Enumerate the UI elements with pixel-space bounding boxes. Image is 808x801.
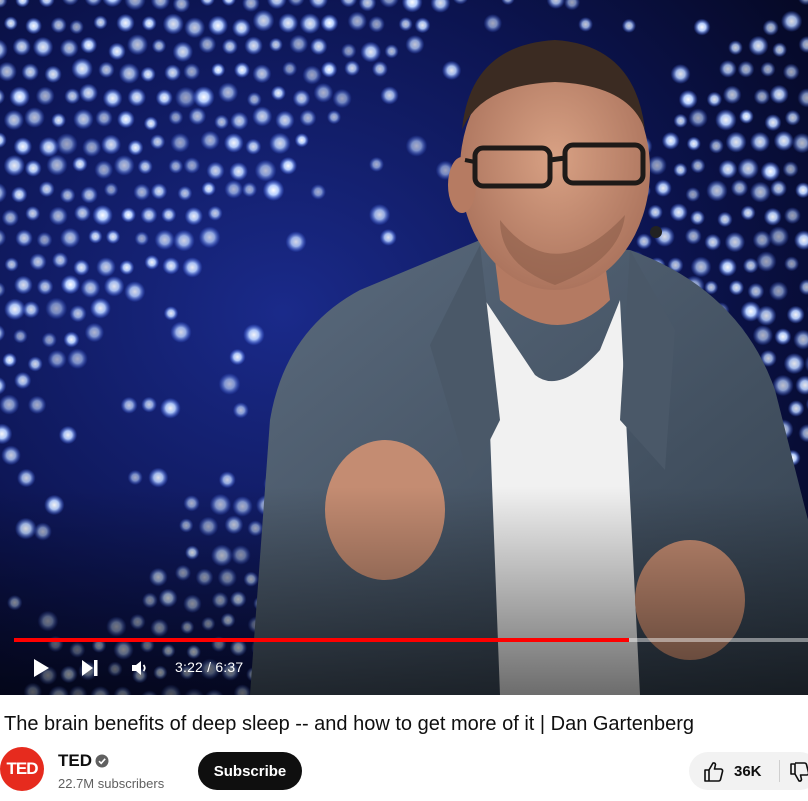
video-frame[interactable] <box>0 0 808 695</box>
player-controls: 3:22 / 6:37 <box>0 648 808 688</box>
progress-bar-played <box>14 638 630 642</box>
verified-check-icon <box>95 754 109 768</box>
time-display: 3:22 / 6:37 <box>175 659 244 675</box>
dislike-button[interactable] <box>782 752 808 790</box>
video-title: The brain benefits of deep sleep -- and … <box>4 713 695 735</box>
play-button[interactable] <box>24 652 56 684</box>
subscribe-button[interactable]: Subscribe <box>198 752 302 790</box>
channel-name[interactable]: TED <box>58 751 92 771</box>
like-dislike-group: 36K <box>689 752 808 790</box>
avatar-logo-text: TED <box>6 759 39 778</box>
channel-avatar[interactable]: TED <box>0 747 44 791</box>
progress-bar[interactable] <box>14 638 808 642</box>
thumbs-up-icon <box>704 762 724 782</box>
play-icon <box>34 659 49 677</box>
next-button[interactable] <box>74 652 106 684</box>
like-button[interactable]: 36K <box>689 752 784 790</box>
video-player[interactable]: 3:22 / 6:37 <box>0 0 808 695</box>
thumbs-down-icon <box>790 762 808 782</box>
subscriber-count: 22.7M subscribers <box>58 776 165 791</box>
volume-icon <box>132 661 146 675</box>
like-divider <box>779 760 780 782</box>
next-icon <box>82 660 98 676</box>
volume-button[interactable] <box>124 652 156 684</box>
like-count: 36K <box>734 763 762 780</box>
